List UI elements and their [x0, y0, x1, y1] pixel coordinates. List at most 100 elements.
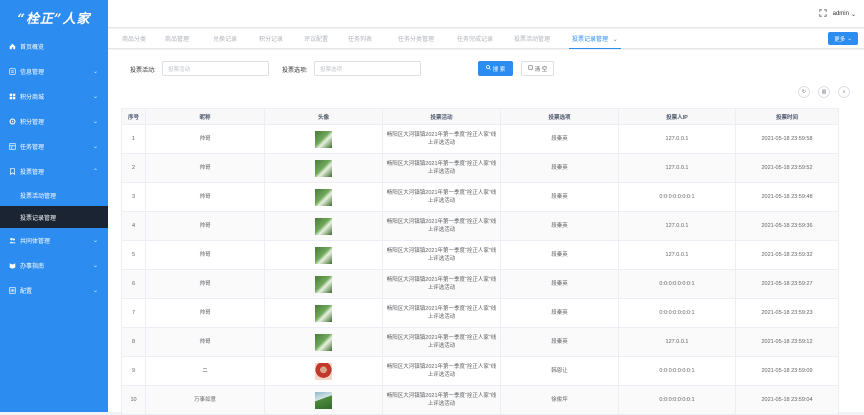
cell-activity: 畅阳区大河镇镇2021年第一季度“拴正人家”线上评选活动	[383, 183, 501, 212]
cell-avatar	[265, 270, 383, 299]
avatar-image[interactable]	[315, 189, 332, 206]
chevron-up-icon: ⌃	[93, 168, 98, 175]
option-placeholder: 投票选项	[320, 65, 342, 73]
cell-activity: 畅阳区大河镇镇2021年第一季度“拴正人家”线上评选活动	[383, 241, 501, 270]
cell-avatar	[265, 357, 383, 386]
cell-ip: 127.0.0.1	[619, 212, 736, 241]
cell-activity: 畅阳区大河镇镇2021年第一季度“拴正人家”线上评选活动	[383, 357, 501, 386]
cell-activity: 畅阳区大河镇镇2021年第一季度“拴正人家”线上评选活动	[383, 270, 501, 299]
sidebar-item-info[interactable]: 信息管理 ⌄	[0, 59, 108, 84]
table-tools: ↻ ▥ ⌕	[798, 86, 850, 98]
cell-no: 9	[122, 357, 146, 386]
sidebar-item-config[interactable]: 配置 ⌄	[0, 278, 108, 303]
reset-button[interactable]: 清 空	[521, 61, 554, 76]
cell-ip: 127.0.0.1	[619, 125, 736, 154]
table-row: 3帅哥畅阳区大河镇镇2021年第一季度“拴正人家”线上评选活动段秦英0:0:0:…	[122, 183, 839, 212]
more-button[interactable]: 更多 ⌄	[828, 32, 858, 45]
cell-no: 1	[122, 125, 146, 154]
sidebar-subitem-label: 投票活动管理	[20, 191, 56, 200]
sidebar-item-vote[interactable]: 投票管理 ⌃	[0, 159, 108, 184]
table-row: 1帅哥畅阳区大河镇镇2021年第一季度“拴正人家”线上评选活动段秦英127.0.…	[122, 125, 839, 154]
activity-placeholder: 投票活动	[168, 65, 190, 73]
cell-no: 6	[122, 270, 146, 299]
cell-time: 2021-05-18 23:59:23	[736, 299, 839, 328]
activity-line-2: 上评选活动	[428, 256, 456, 262]
sidebar-item-home[interactable]: 首页概览	[0, 34, 108, 59]
sidebar-subitem-vote-activity[interactable]: 投票活动管理	[0, 184, 108, 206]
tab-vote-record[interactable]: 投票记录管理 ⌄	[572, 34, 618, 43]
user-menu[interactable]: admin ⌄	[833, 11, 856, 18]
cell-time: 2021-05-18 23:59:32	[736, 241, 839, 270]
table-row: 9二畅阳区大河镇镇2021年第一季度“拴正人家”线上评选活动韩恩让0:0:0:0…	[122, 357, 839, 386]
refresh-icon[interactable]: ↻	[798, 86, 810, 98]
tab-task-complete[interactable]: 任务完成记录	[457, 34, 493, 43]
avatar-image[interactable]	[315, 334, 332, 351]
sidebar-item-mall[interactable]: 积分商城 ⌄	[0, 84, 108, 109]
chevron-down-icon: ⌄	[93, 262, 98, 269]
sidebar-item-label: 投票管理	[20, 167, 44, 176]
table-row: 10万事如意畅阳区大河镇镇2021年第一季度“拴正人家”线上评选活动徐俊坪0:0…	[122, 386, 839, 415]
activity-line-1: 畅阳区大河镇镇2021年第一季度“拴正人家”线	[387, 393, 496, 399]
cell-activity: 畅阳区大河镇镇2021年第一季度“拴正人家”线上评选活动	[383, 299, 501, 328]
avatar-image[interactable]	[315, 392, 332, 409]
chevron-down-icon: ⌄	[93, 68, 98, 75]
sidebar-subitem-vote-record[interactable]: 投票记录管理	[0, 206, 108, 228]
activity-line-2: 上评选活动	[428, 372, 456, 378]
avatar-image[interactable]	[315, 247, 332, 264]
search-button[interactable]: 搜 索	[478, 61, 513, 76]
tab-exchange-record[interactable]: 兑换记录	[213, 34, 237, 43]
sidebar-item-points[interactable]: 积分管理 ⌄	[0, 109, 108, 134]
tab-vote-activity[interactable]: 投票活动管理	[514, 34, 550, 43]
activity-input[interactable]: 投票活动	[162, 61, 269, 76]
sidebar-item-community[interactable]: 共同体管理 ⌄	[0, 228, 108, 253]
activity-line-1: 畅阳区大河镇镇2021年第一季度“拴正人家”线	[387, 277, 496, 283]
tab-task-list[interactable]: 任务列表	[348, 34, 372, 43]
tab-goods-category[interactable]: 商品分类	[122, 34, 146, 43]
option-input[interactable]: 投票选项	[314, 61, 421, 76]
sidebar-item-task[interactable]: 任务管理 ⌄	[0, 134, 108, 159]
cell-option: 段秦英	[501, 241, 619, 270]
search-toggle-icon[interactable]: ⌕	[838, 86, 850, 98]
cell-time: 2021-05-18 23:59:27	[736, 270, 839, 299]
chevron-down-icon: ⌄	[847, 36, 852, 42]
search-form: 投票活动: 投票活动 投票选项: 投票选项 搜 索 清 空	[108, 61, 864, 77]
community-icon	[8, 237, 16, 245]
avatar-image[interactable]	[315, 218, 332, 235]
points-icon	[8, 118, 16, 126]
cell-time: 2021-05-18 23:59:04	[736, 386, 839, 415]
activity-line-2: 上评选活动	[428, 140, 456, 146]
table-row: 8帅哥畅阳区大河镇镇2021年第一季度“拴正人家”线上评选活动段秦英127.0.…	[122, 328, 839, 357]
avatar-image[interactable]	[315, 363, 332, 380]
tab-goods-manage[interactable]: 商品管理	[165, 34, 189, 43]
cell-time: 2021-05-18 23:59:09	[736, 357, 839, 386]
reset-button-label: 清 空	[535, 65, 548, 73]
chevron-down-icon: ⌄	[93, 237, 98, 244]
table-header-row: 序号 昵称 头像 投票活动 投票选项 投票人IP 投票时间	[122, 109, 839, 125]
cell-time: 2021-05-18 23:59:12	[736, 328, 839, 357]
activity-line-1: 畅阳区大河镇镇2021年第一季度“拴正人家”线	[387, 306, 496, 312]
tab-review-config[interactable]: 评议配置	[304, 34, 328, 43]
cell-time: 2021-05-18 23:59:58	[736, 125, 839, 154]
avatar-image[interactable]	[315, 131, 332, 148]
col-header-nickname: 昵称	[146, 109, 265, 125]
fullscreen-icon[interactable]	[819, 9, 827, 19]
reset-icon	[528, 65, 533, 72]
sidebar-item-guide[interactable]: 办事指南 ⌄	[0, 253, 108, 278]
sidebar: “栓正”人家 首页概览 信息管理 ⌄ 积分商城 ⌄ 积分管理 ⌄ 任务管理 ⌄ …	[0, 0, 108, 412]
avatar-image[interactable]	[315, 305, 332, 322]
tab-task-category[interactable]: 任务分类管理	[398, 34, 434, 43]
home-icon	[8, 43, 16, 51]
activity-line-2: 上评选活动	[428, 314, 456, 320]
cell-nickname: 帅哥	[146, 241, 265, 270]
tab-points-record[interactable]: 积分记录	[259, 34, 283, 43]
columns-icon[interactable]: ▥	[818, 86, 830, 98]
cell-avatar	[265, 241, 383, 270]
activity-line-2: 上评选活动	[428, 285, 456, 291]
activity-line-1: 畅阳区大河镇镇2021年第一季度“拴正人家”线	[387, 364, 496, 370]
avatar-image[interactable]	[315, 160, 332, 177]
avatar-image[interactable]	[315, 276, 332, 293]
chevron-down-icon: ⌄	[93, 118, 98, 125]
cell-ip: 0:0:0:0:0:0:0:1	[619, 299, 736, 328]
cell-nickname: 帅哥	[146, 299, 265, 328]
cell-activity: 畅阳区大河镇镇2021年第一季度“拴正人家”线上评选活动	[383, 328, 501, 357]
